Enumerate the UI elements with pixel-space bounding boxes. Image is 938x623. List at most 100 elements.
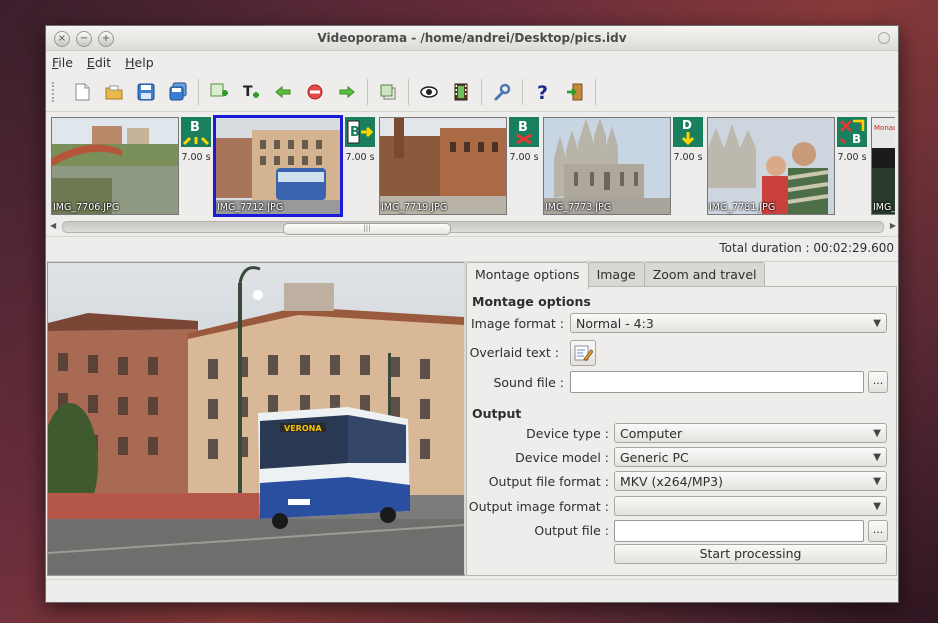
scrollbar-handle[interactable]: ||| <box>283 223 451 235</box>
output-file-label: Output file : <box>534 523 609 538</box>
svg-text:Monaco: Monaco <box>874 124 895 132</box>
toolbar-grip[interactable] <box>52 82 58 102</box>
menu-help[interactable]: Help <box>125 55 154 70</box>
device-type-select[interactable]: Computer ▼ <box>614 423 887 443</box>
slide-duration: 7.00 s <box>345 152 375 163</box>
image-format-label: Image format : <box>470 316 564 331</box>
eye-icon <box>420 86 438 98</box>
montage-options-panel: Montage options Image format : Normal - … <box>466 286 897 576</box>
move-left-button[interactable] <box>267 77 299 107</box>
device-type-label: Device type : <box>526 426 609 441</box>
save-as-icon <box>169 82 187 101</box>
add-image-button[interactable] <box>203 77 235 107</box>
montage-section-title: Montage options <box>472 294 591 309</box>
toolbar: T ? <box>46 73 898 112</box>
tab-montage-options[interactable]: Montage options <box>466 262 589 289</box>
options-tabs: Montage options Image Zoom and travel <box>466 262 766 289</box>
help-button[interactable]: ? <box>527 77 559 107</box>
slide-thumbnail[interactable]: IMG_7781.JPG <box>707 117 835 215</box>
output-file-input[interactable] <box>614 520 864 542</box>
slide-item[interactable]: Monaco IMG_ <box>871 117 895 215</box>
sound-file-input[interactable] <box>570 371 864 393</box>
scroll-right-icon[interactable]: ▶ <box>890 221 896 230</box>
move-right-button[interactable] <box>331 77 363 107</box>
render-button[interactable] <box>445 77 477 107</box>
main-window: × − + Videoporama - /home/andrei/Desktop… <box>45 25 899 603</box>
open-button[interactable] <box>98 77 130 107</box>
slide-thumbnail[interactable]: IMG_7773.JPG <box>543 117 671 215</box>
edit-text-icon <box>574 345 594 362</box>
transition-icon[interactable]: B <box>837 117 867 147</box>
transition-icon[interactable]: D <box>673 117 703 147</box>
slide-thumbnail[interactable]: Monaco IMG_ <box>871 117 895 215</box>
slide-duration: 7.00 s <box>181 152 211 163</box>
bus-destination-sign: VERONA <box>284 424 322 433</box>
slide-filename: IMG_ <box>873 202 895 213</box>
slide-duration: 7.00 s <box>673 152 703 163</box>
save-as-button[interactable] <box>162 77 194 107</box>
duplicate-icon <box>380 84 396 100</box>
start-processing-button[interactable]: Start processing <box>614 544 887 564</box>
svg-text:B: B <box>518 120 528 135</box>
sound-file-browse-button[interactable]: ... <box>868 371 888 393</box>
overlaid-text-label: Overlaid text : <box>469 345 559 360</box>
menu-file[interactable]: File <box>52 55 73 70</box>
help-icon: ? <box>537 82 548 102</box>
svg-text:B: B <box>190 120 200 135</box>
slide-thumbnail[interactable]: IMG_7706.JPG <box>51 117 179 215</box>
output-file-format-select[interactable]: MKV (x264/MP3) ▼ <box>614 471 887 491</box>
tab-image[interactable]: Image <box>587 262 645 286</box>
image-preview: VERONA <box>47 262 465 576</box>
output-image-format-label: Output image format : <box>468 499 609 514</box>
add-text-icon: T <box>243 84 259 100</box>
remove-icon <box>307 84 323 100</box>
slide-filename: IMG_7712.JPG <box>217 202 284 213</box>
arrow-right-icon <box>339 85 355 99</box>
transition-icon[interactable]: B <box>509 117 539 147</box>
filmstrip-scrollbar[interactable]: ◀ ||| ▶ <box>50 219 896 235</box>
dropdown-arrow-icon: ▼ <box>873 501 881 512</box>
slide-item[interactable]: IMG_7706.JPG B 7.00 s <box>51 117 215 215</box>
transition-icon[interactable]: B <box>181 117 211 147</box>
preview-button[interactable] <box>413 77 445 107</box>
exit-button[interactable] <box>559 77 591 107</box>
slide-item[interactable]: IMG_7719.JPG B 7.00 s <box>379 117 543 215</box>
window-title: Videoporama - /home/andrei/Desktop/pics.… <box>317 31 627 45</box>
dropdown-arrow-icon: ▼ <box>873 428 881 439</box>
remove-button[interactable] <box>299 77 331 107</box>
new-document-button[interactable] <box>66 77 98 107</box>
slide-filename: IMG_7773.JPG <box>545 202 612 213</box>
svg-text:T: T <box>243 84 253 100</box>
device-model-label: Device model : <box>515 450 609 465</box>
duplicate-button[interactable] <box>372 77 404 107</box>
settings-button[interactable] <box>486 77 518 107</box>
output-section-title: Output <box>472 406 522 421</box>
exit-icon <box>567 83 583 101</box>
device-model-select[interactable]: Generic PC ▼ <box>614 447 887 467</box>
slide-thumbnail[interactable]: IMG_7719.JPG <box>379 117 507 215</box>
slide-item[interactable]: IMG_7773.JPG D 7.00 s <box>543 117 707 215</box>
slide-item-selected[interactable]: IMG_7712.JPG B 7.00 s <box>213 115 379 217</box>
transition-icon[interactable]: B <box>345 117 375 147</box>
open-folder-icon <box>105 85 123 100</box>
output-image-format-select[interactable]: ▼ <box>614 496 887 516</box>
menu-bar: File Edit Help <box>46 51 898 73</box>
overlaid-text-button[interactable] <box>570 340 596 366</box>
tab-zoom-and-travel[interactable]: Zoom and travel <box>643 262 766 286</box>
output-file-format-label: Output file format : <box>488 474 609 489</box>
window-menu-icon[interactable] <box>878 32 890 44</box>
slide-filename: IMG_7706.JPG <box>53 202 120 213</box>
menu-edit[interactable]: Edit <box>87 55 111 70</box>
slide-filename: IMG_7781.JPG <box>709 202 776 213</box>
scroll-left-icon[interactable]: ◀ <box>50 221 56 230</box>
slide-thumbnail[interactable]: IMG_7712.JPG <box>213 115 343 217</box>
slide-duration: 7.00 s <box>837 152 867 163</box>
dropdown-arrow-icon: ▼ <box>873 476 881 487</box>
output-file-browse-button[interactable]: ... <box>868 520 888 542</box>
image-format-select[interactable]: Normal - 4:3 ▼ <box>570 313 887 333</box>
add-text-button[interactable]: T <box>235 77 267 107</box>
wrench-icon <box>494 83 511 101</box>
save-button[interactable] <box>130 77 162 107</box>
slide-item[interactable]: IMG_7781.JPG B 7.00 s <box>707 117 871 215</box>
dropdown-arrow-icon: ▼ <box>873 452 881 463</box>
